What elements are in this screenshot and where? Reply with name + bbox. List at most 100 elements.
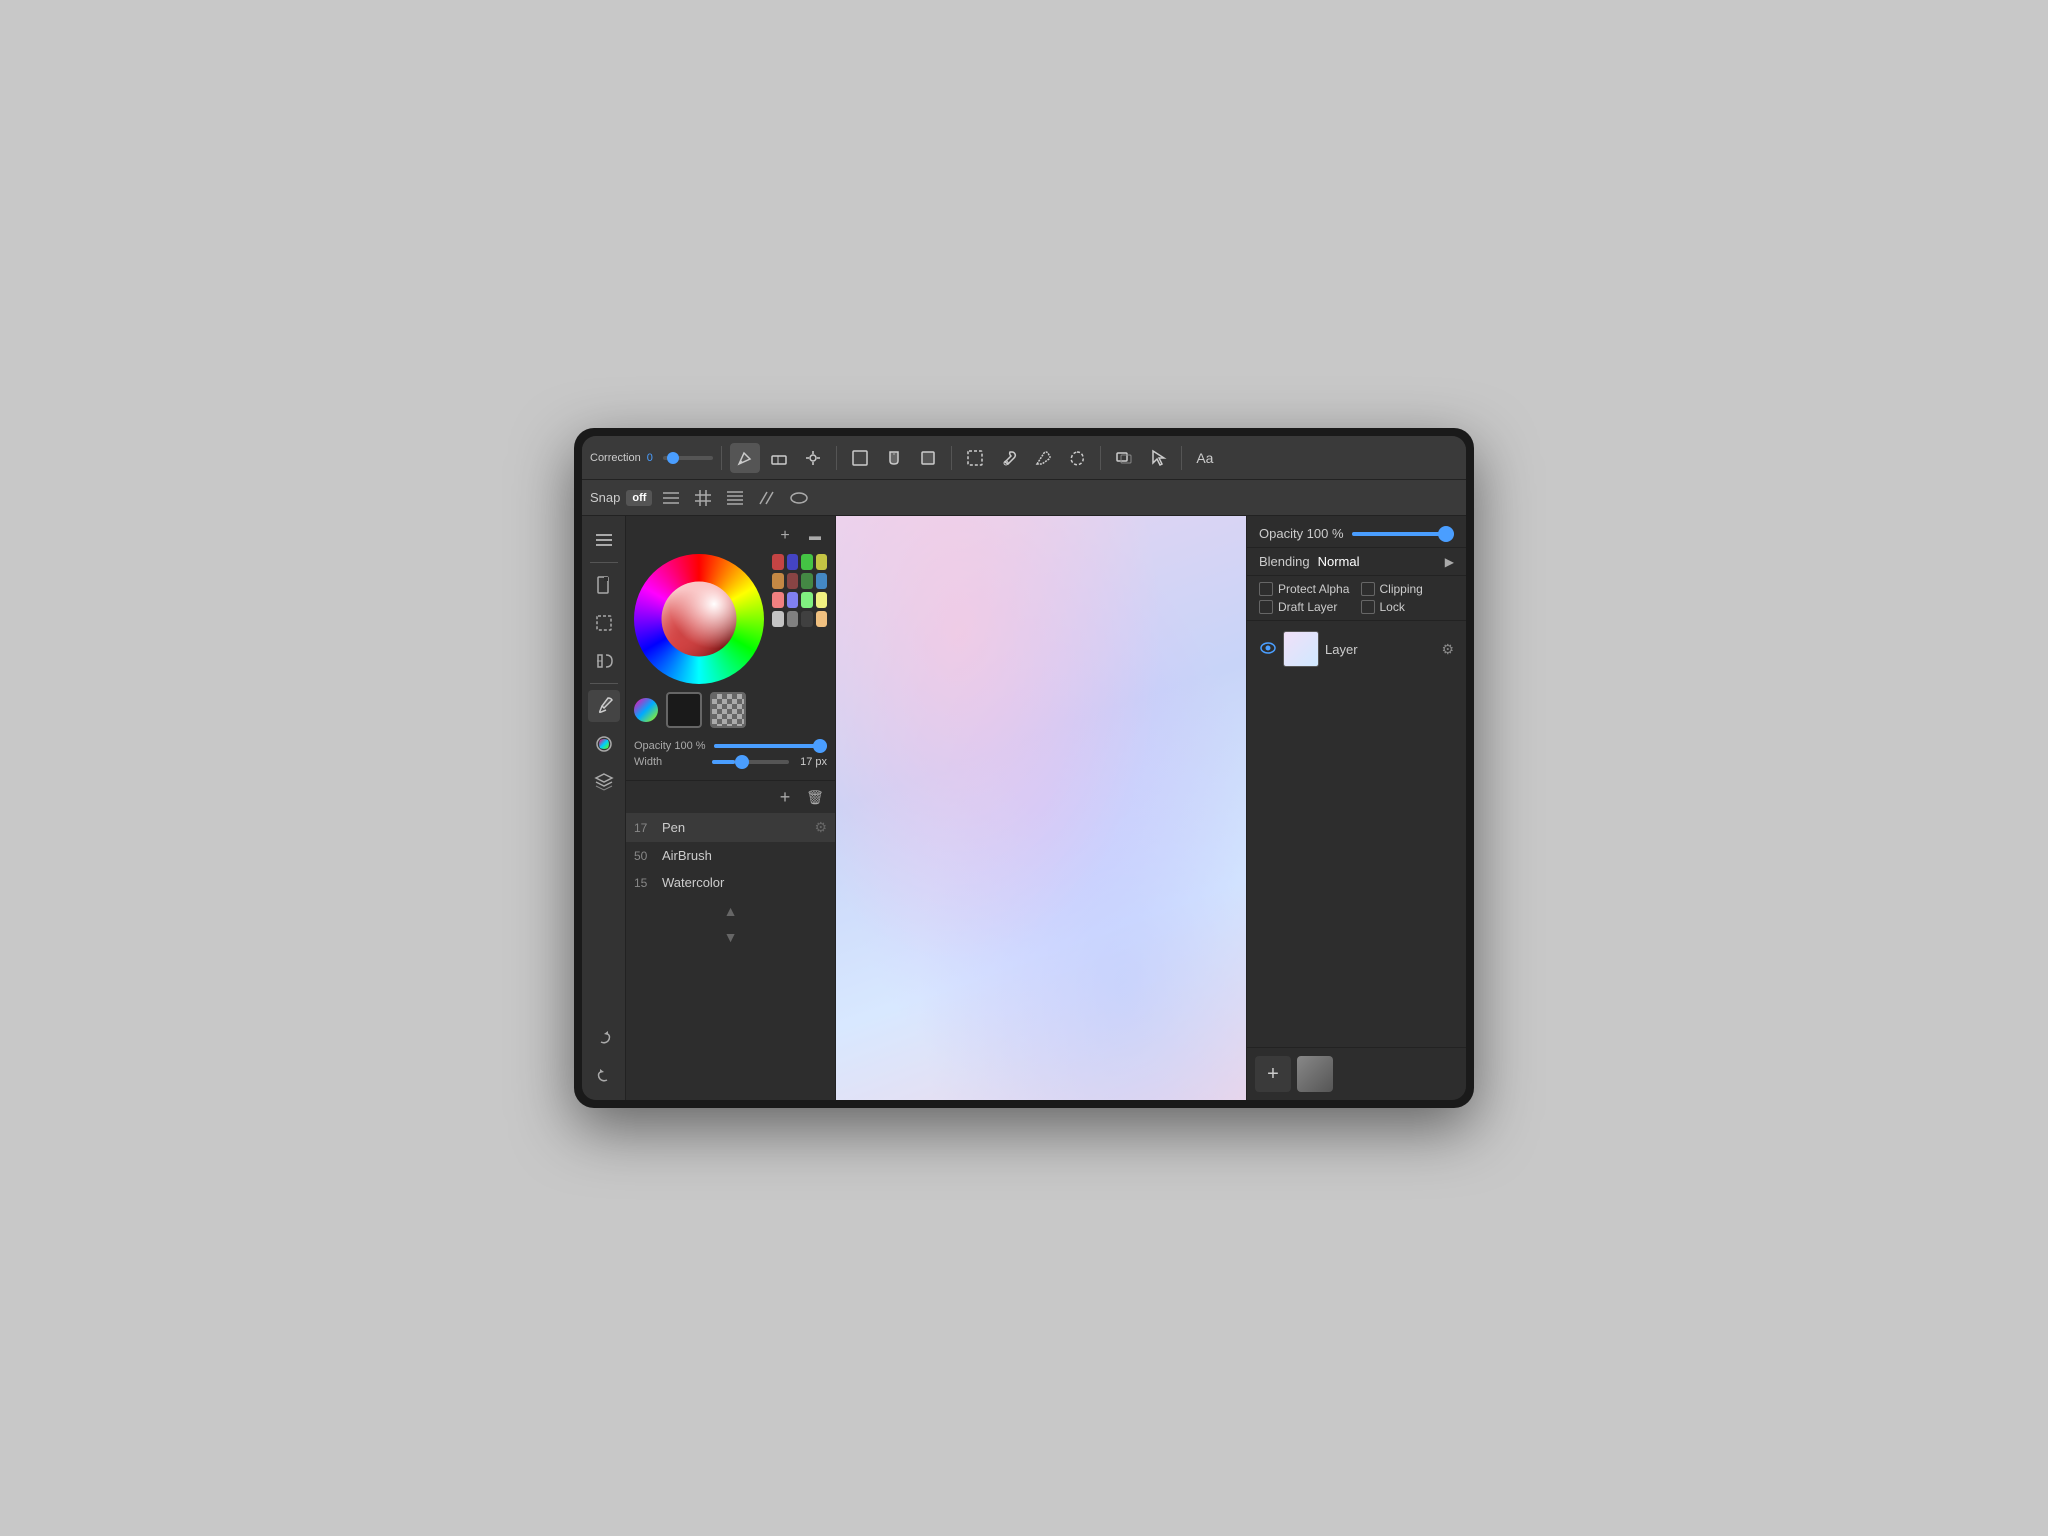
lock-option[interactable]: Lock (1361, 600, 1455, 614)
layer-settings-icon[interactable]: ⚙ (1441, 641, 1454, 658)
layer-thumb-small[interactable] (1297, 1056, 1333, 1092)
draft-layer-checkbox[interactable] (1259, 600, 1273, 614)
canvas-area[interactable]: ★ (836, 516, 1246, 1100)
foreground-color[interactable] (666, 692, 702, 728)
protect-alpha-checkbox[interactable] (1259, 582, 1273, 596)
width-label: Width (634, 756, 704, 768)
swatch-10[interactable] (801, 592, 813, 608)
snap-bar: Snap off (582, 480, 1466, 516)
layer-thumbnail (1283, 631, 1319, 667)
device-frame: Correction 0 (574, 428, 1474, 1108)
brush-item-watercolor[interactable]: 15 Watercolor (626, 869, 835, 896)
snap-parallel-button[interactable] (754, 485, 780, 511)
swatch-0[interactable] (772, 554, 784, 570)
swatch-8[interactable] (772, 592, 784, 608)
color-swatches (772, 554, 827, 627)
new-file-button[interactable] (588, 569, 620, 601)
brush-item-pen[interactable]: 17 Pen ⚙ (626, 813, 835, 842)
select-tool-button[interactable] (588, 607, 620, 639)
eraser-tool-button[interactable] (764, 443, 794, 473)
snap-lines-h-button[interactable] (722, 485, 748, 511)
color-sidebar-button[interactable] (588, 728, 620, 760)
toolbar-separator-2 (836, 446, 837, 470)
color-wheel[interactable] (634, 554, 764, 684)
width-slider[interactable] (712, 760, 789, 764)
layer-eye-icon[interactable] (1259, 639, 1277, 660)
opacity-thumb (813, 739, 827, 753)
swatch-13[interactable] (787, 611, 799, 627)
menu-button[interactable] (588, 524, 620, 556)
remove-swatch-button[interactable]: ▬ (803, 524, 827, 548)
protect-alpha-option[interactable]: Protect Alpha (1259, 582, 1353, 596)
add-swatch-button[interactable]: + (773, 524, 797, 548)
pen-tool-button[interactable] (730, 443, 760, 473)
layer-item-1[interactable]: Layer ⚙ (1253, 627, 1460, 671)
palette-button[interactable] (634, 698, 658, 722)
snap-off-button[interactable]: off (626, 490, 652, 506)
brush-list-nav: ▲ ▼ (626, 896, 835, 952)
layer-opacity-slider[interactable] (1352, 532, 1454, 536)
swatch-14[interactable] (801, 611, 813, 627)
select-pen-button[interactable] (1028, 443, 1058, 473)
blending-mode-value[interactable]: Normal (1318, 554, 1437, 569)
swatch-11[interactable] (816, 592, 828, 608)
bucket-tool-button[interactable] (879, 443, 909, 473)
width-row: Width 17 px (634, 756, 827, 768)
swatch-9[interactable] (787, 592, 799, 608)
opacity-row: Opacity 100 % (634, 740, 827, 752)
blending-label: Blending (1259, 554, 1310, 569)
swatch-7[interactable] (816, 573, 828, 589)
swatch-3[interactable] (816, 554, 828, 570)
transform-tool-button[interactable] (798, 443, 828, 473)
fill-tool-button[interactable] (845, 443, 875, 473)
text-tool-button[interactable]: Aa (1190, 443, 1220, 473)
clipping-checkbox[interactable] (1361, 582, 1375, 596)
pen-gear-icon[interactable]: ⚙ (814, 819, 827, 836)
brush-sidebar-button[interactable] (588, 690, 620, 722)
swatch-5[interactable] (787, 573, 799, 589)
brush-list-header: + 🗑 (626, 780, 835, 813)
layer-opacity-label: Opacity 100 % (1259, 526, 1344, 541)
eyedropper-button[interactable] (994, 443, 1024, 473)
snap-grid-button[interactable] (690, 485, 716, 511)
lasso-button[interactable] (1062, 443, 1092, 473)
lock-checkbox[interactable] (1361, 600, 1375, 614)
swatch-1[interactable] (787, 554, 799, 570)
swatch-4[interactable] (772, 573, 784, 589)
layer-move-button[interactable] (1109, 443, 1139, 473)
color-section: + ▬ (626, 516, 835, 736)
correction-thumb (667, 452, 679, 464)
delete-brush-button[interactable]: 🗑 (803, 785, 827, 809)
swatch-12[interactable] (772, 611, 784, 627)
background-color[interactable] (710, 692, 746, 728)
sidebar-sep-1 (590, 562, 618, 563)
redo-button[interactable] (588, 1022, 620, 1054)
brush-nav-down[interactable]: ▼ (717, 926, 745, 948)
add-layer-button[interactable]: + (1255, 1056, 1291, 1092)
width-value: 17 px (797, 756, 827, 768)
swatch-15[interactable] (816, 611, 828, 627)
clipping-option[interactable]: Clipping (1361, 582, 1455, 596)
cursor-tool-button[interactable] (1143, 443, 1173, 473)
layer-name-text: Layer (1325, 642, 1435, 657)
brush-params: Opacity 100 % Width 17 px (626, 736, 835, 780)
lock-label: Lock (1380, 600, 1405, 614)
swatch-6[interactable] (801, 573, 813, 589)
correction-label: Correction (590, 452, 641, 464)
undo-button[interactable] (588, 1060, 620, 1092)
tone-tool-button[interactable] (913, 443, 943, 473)
correction-slider[interactable] (663, 456, 713, 460)
layers-sidebar-button[interactable] (588, 766, 620, 798)
snap-circle-button[interactable] (786, 485, 812, 511)
opacity-fill (714, 744, 827, 748)
select-rect-button[interactable] (960, 443, 990, 473)
transform-sidebar-button[interactable] (588, 645, 620, 677)
snap-lines-button[interactable] (658, 485, 684, 511)
opacity-slider[interactable] (714, 744, 827, 748)
add-brush-button[interactable]: + (773, 785, 797, 809)
brush-nav-up[interactable]: ▲ (717, 900, 745, 922)
brush-item-airbrush[interactable]: 50 AirBrush (626, 842, 835, 869)
swatch-2[interactable] (801, 554, 813, 570)
draft-layer-option[interactable]: Draft Layer (1259, 600, 1353, 614)
layer-opacity-thumb (1438, 526, 1454, 542)
